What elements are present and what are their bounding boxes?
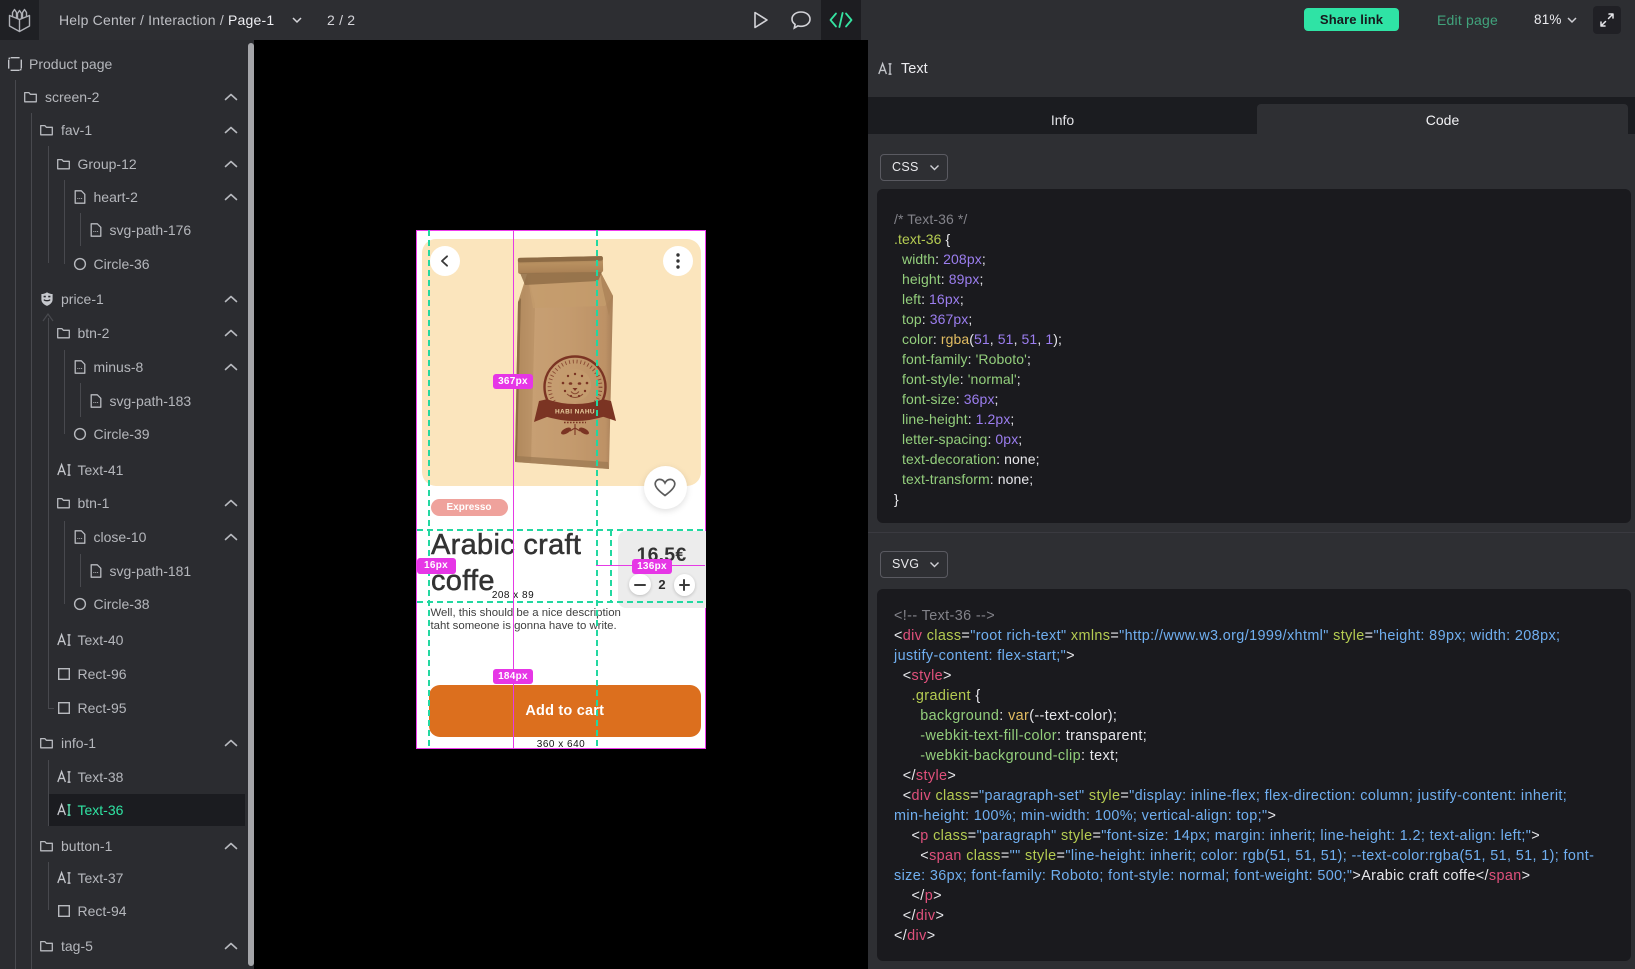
svg-text:HABI NAHU: HABI NAHU xyxy=(555,409,595,416)
